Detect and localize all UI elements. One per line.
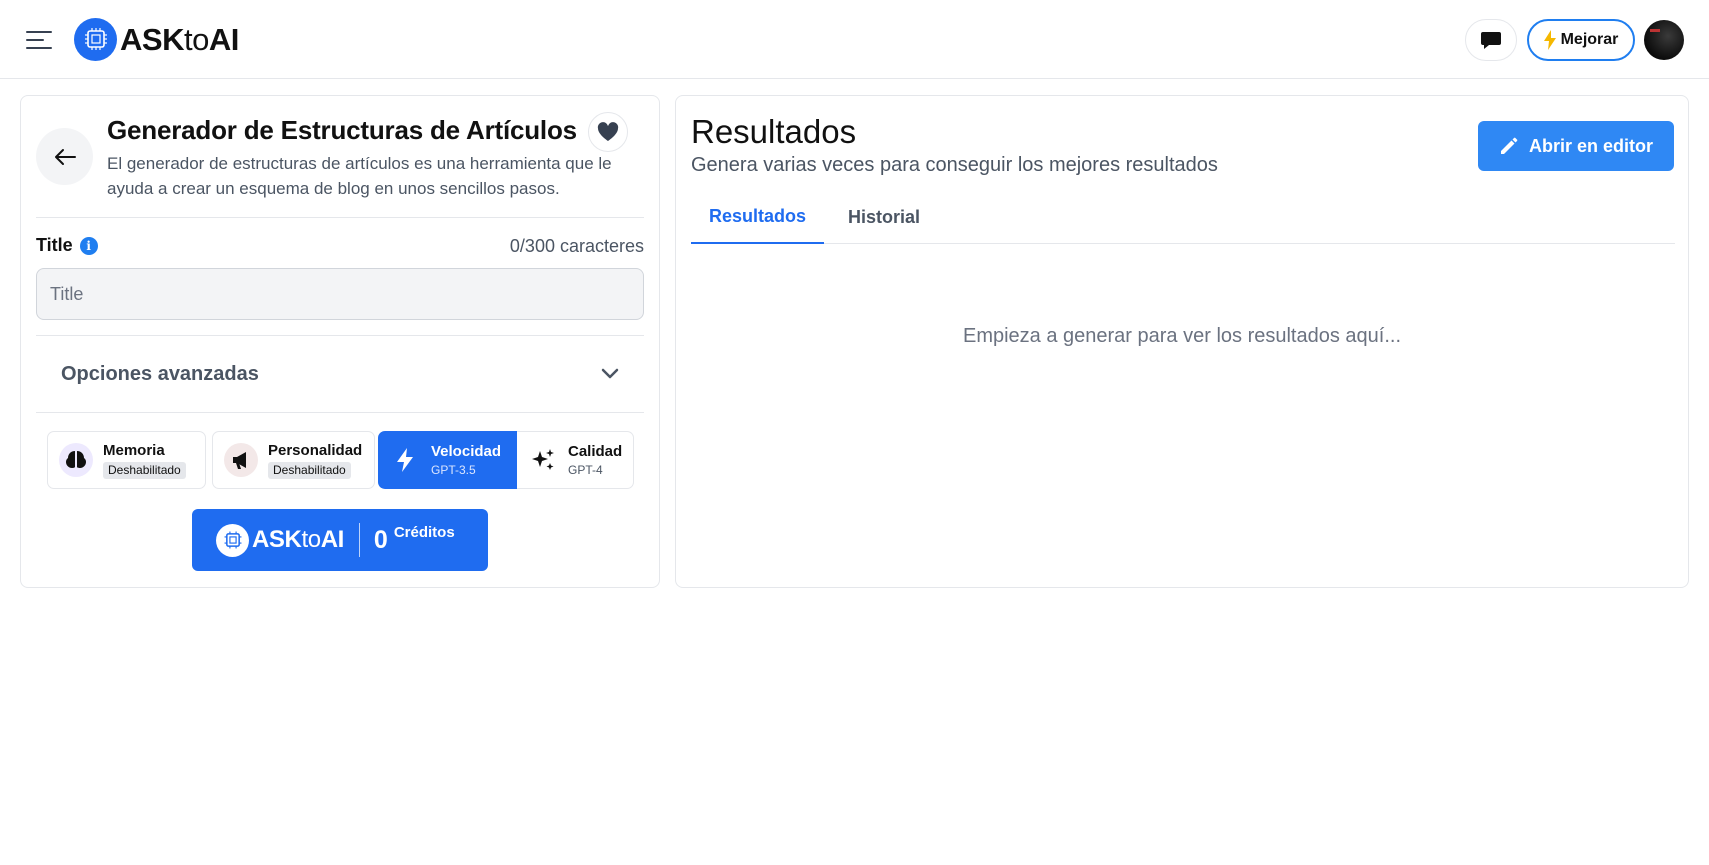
megaphone-icon [224,443,258,477]
advanced-options-toggle[interactable]: Opciones avanzadas [36,336,644,412]
credits-logo-wordmark: ASKtoAI [252,526,344,553]
arrow-left-icon [54,148,76,165]
advanced-options-label: Opciones avanzadas [61,362,259,385]
char-counter: 0/300 caracteres [509,236,644,256]
speed-model-name: GPT-3.5 [431,463,476,477]
open-editor-button[interactable]: Abrir en editor [1478,121,1674,171]
chat-bubble-icon [1481,32,1501,49]
personality-status-badge: Deshabilitado [268,462,351,479]
open-editor-label: Abrir en editor [1528,135,1653,156]
memory-status-badge: Deshabilitado [103,462,186,479]
hamburger-menu-icon[interactable] [26,29,52,51]
quality-model-name: GPT-4 [568,463,603,477]
top-header: ASKtoAI Mejorar [0,0,1709,79]
credits-label: Créditos [393,524,455,541]
speed-model-option[interactable]: Velocidad GPT-3.5 [378,431,517,489]
logo-wordmark: ASKtoAI [120,21,239,57]
info-icon[interactable]: i [79,236,98,255]
upgrade-label: Mejorar [1560,31,1619,48]
pencil-icon [1500,137,1518,154]
tool-description: El generador de estructuras de artículos… [107,154,612,198]
tool-title: Generador de Estructuras de Artículos [107,115,577,145]
sparkles-icon [526,443,560,477]
tab-results[interactable]: Resultados [691,190,824,244]
lightning-bolt-icon [1543,30,1556,50]
credits-logo: ASKtoAI [216,523,344,557]
results-subtitle: Genera varias veces para conseguir los m… [691,154,1218,176]
results-tabs: Resultados Historial [691,190,1675,244]
heart-icon [597,122,619,141]
lightning-icon [388,443,422,477]
title-label-text: Title [36,235,73,255]
quality-title: Calidad [568,443,623,460]
chevron-down-icon [601,368,619,379]
chat-button[interactable] [1465,19,1517,61]
chip-logo-icon [74,17,117,61]
speed-title: Velocidad [431,443,502,460]
results-panel: Resultados Genera varias veces para cons… [675,95,1689,588]
divider [36,217,644,218]
credits-count: 0 [373,525,388,554]
back-button[interactable] [36,128,93,185]
title-input[interactable] [36,268,644,320]
title-field-label: Title i [36,235,98,256]
upgrade-button[interactable]: Mejorar [1527,19,1635,61]
empty-state-message: Empieza a generar para ver los resultado… [962,325,1402,347]
personality-toggle[interactable]: Personalidad Deshabilitado [212,431,375,489]
personality-title: Personalidad [268,442,363,459]
quality-model-option[interactable]: Calidad GPT-4 [517,431,634,489]
memory-toggle[interactable]: Memoria Deshabilitado [47,431,206,489]
credits-separator [358,523,360,557]
divider [36,412,644,413]
brain-icon [59,443,93,477]
tool-form-panel: Generador de Estructuras de Artículos El… [20,95,660,588]
results-title: Resultados [691,113,857,150]
app-logo[interactable]: ASKtoAI [74,17,239,61]
generate-credits-button[interactable]: ASKtoAI 0 Créditos [192,509,488,571]
chip-logo-icon [216,523,249,557]
favorite-button[interactable] [588,112,628,152]
user-avatar[interactable] [1644,20,1684,60]
memory-title: Memoria [103,442,165,459]
tab-history[interactable]: Historial [824,190,944,244]
